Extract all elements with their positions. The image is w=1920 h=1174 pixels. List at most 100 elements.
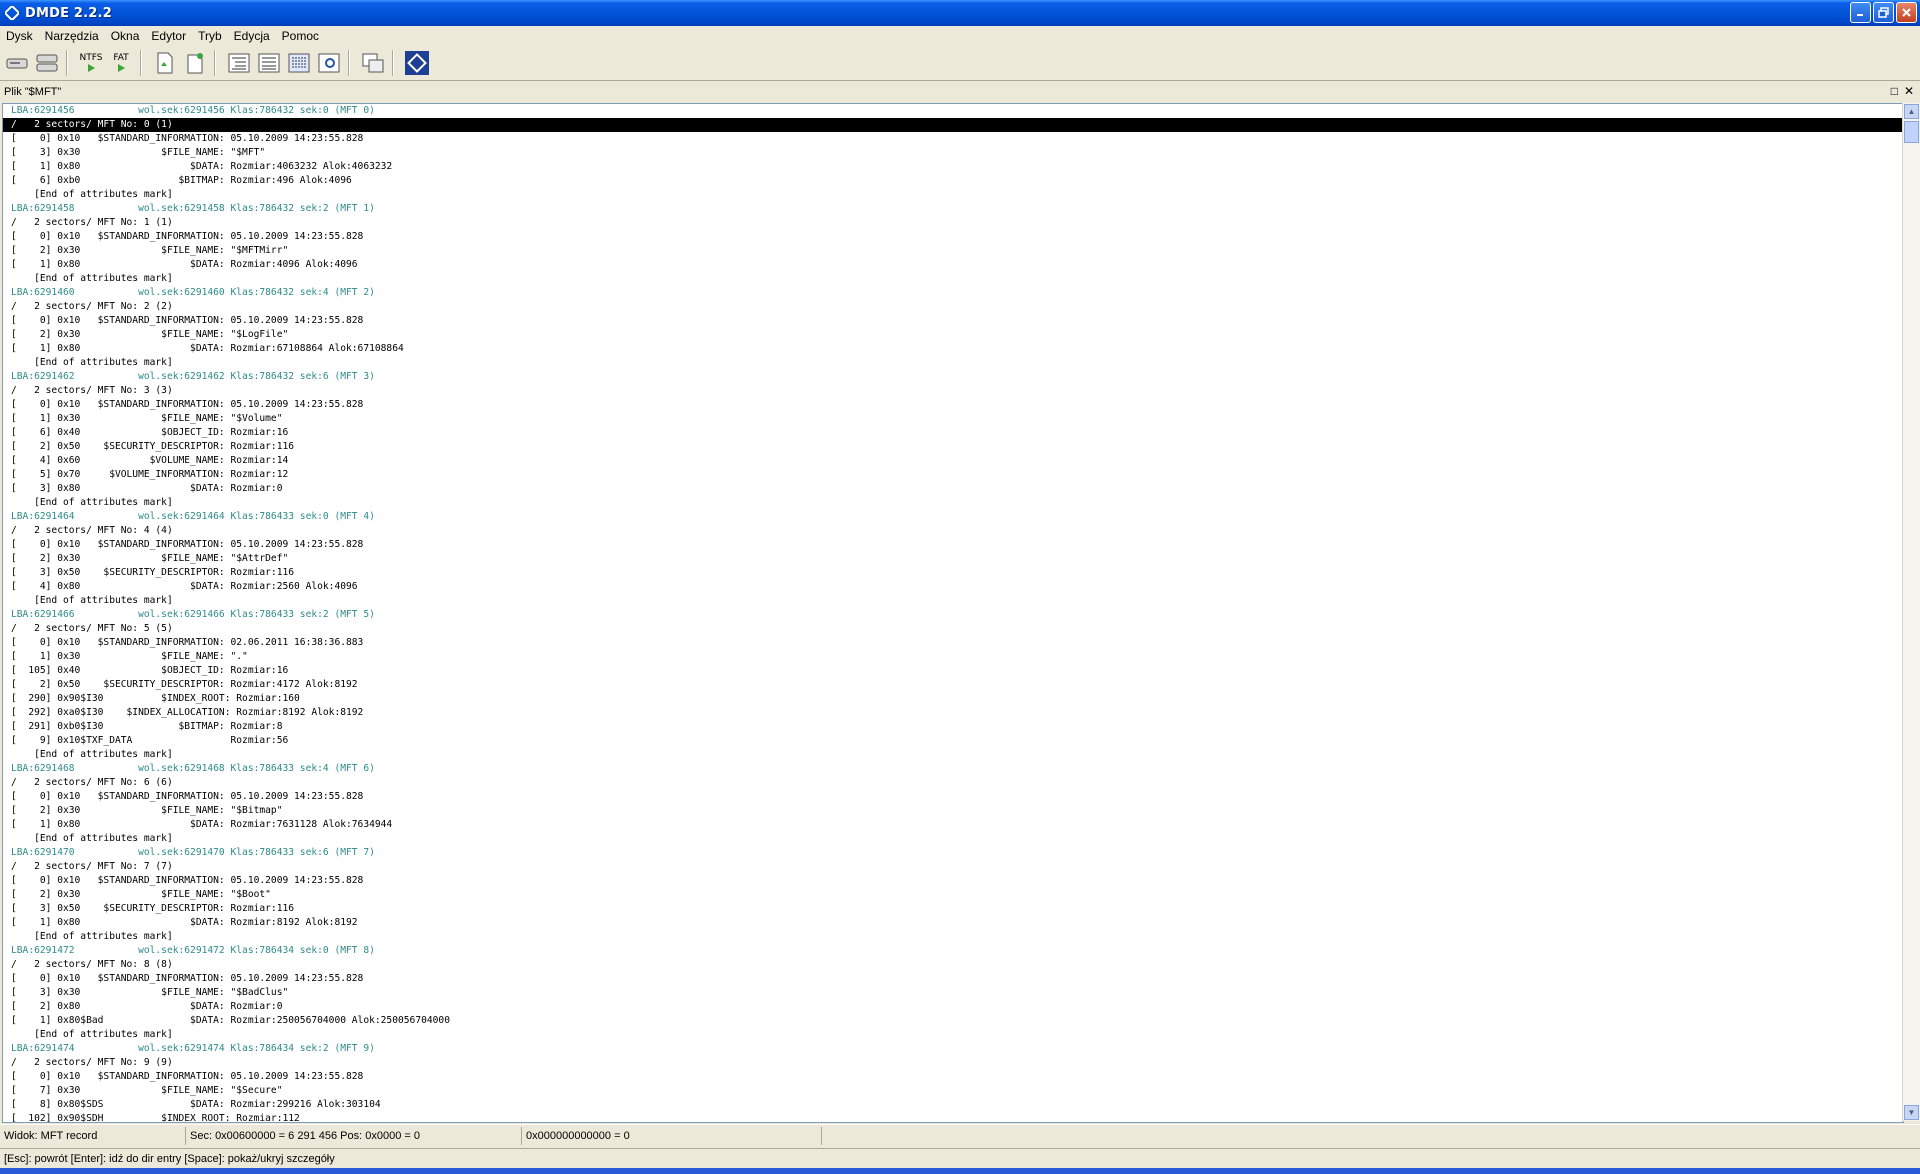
record-line[interactable]: [End of attributes mark] xyxy=(3,356,1903,370)
dmde-logo-button[interactable] xyxy=(404,49,430,77)
record-line[interactable]: [ 4] 0x60 $VOLUME_NAME: Rozmiar:14 xyxy=(3,454,1903,468)
fat-search-button[interactable]: FAT xyxy=(108,49,134,77)
record-line[interactable]: [ 0] 0x10 $STANDARD_INFORMATION: 05.10.2… xyxy=(3,790,1903,804)
record-line[interactable]: [ 1] 0x80$Bad $DATA: Rozmiar:25005670400… xyxy=(3,1014,1903,1028)
open-file-button[interactable] xyxy=(152,49,178,77)
record-line[interactable]: [ 2] 0x30 $FILE_NAME: "$AttrDef" xyxy=(3,552,1903,566)
view-details-button[interactable] xyxy=(286,49,312,77)
record-line[interactable]: [End of attributes mark] xyxy=(3,1028,1903,1042)
record-line[interactable]: / 2 sectors/ MFT No: 4 (4) xyxy=(3,524,1903,538)
record-line[interactable]: [ 2] 0x30 $FILE_NAME: "$MFTMirr" xyxy=(3,244,1903,258)
scroll-up-icon[interactable]: ▲ xyxy=(1904,104,1919,119)
view-list-button[interactable] xyxy=(256,49,282,77)
record-line[interactable]: [ 0] 0x10 $STANDARD_INFORMATION: 05.10.2… xyxy=(3,1070,1903,1084)
lba-header-line[interactable]: LBA:6291472 wol.sek:6291472 Klas:786434 … xyxy=(3,944,1903,958)
record-line[interactable]: [ 1] 0x80 $DATA: Rozmiar:7631128 Alok:76… xyxy=(3,818,1903,832)
panel-close-icon[interactable]: ✕ xyxy=(1904,84,1914,98)
record-line[interactable]: [ 105] 0x40 $OBJECT_ID: Rozmiar:16 xyxy=(3,664,1903,678)
record-line[interactable]: [ 0] 0x10 $STANDARD_INFORMATION: 05.10.2… xyxy=(3,132,1903,146)
record-line[interactable]: / 2 sectors/ MFT No: 7 (7) xyxy=(3,860,1903,874)
record-line[interactable]: [ 6] 0xb0 $BITMAP: Rozmiar:496 Alok:4096 xyxy=(3,174,1903,188)
record-line[interactable]: [ 0] 0x10 $STANDARD_INFORMATION: 05.10.2… xyxy=(3,874,1903,888)
record-line[interactable]: [ 2] 0x30 $FILE_NAME: "$LogFile" xyxy=(3,328,1903,342)
record-line[interactable]: [ 6] 0x40 $OBJECT_ID: Rozmiar:16 xyxy=(3,426,1903,440)
menu-tryb[interactable]: Tryb xyxy=(192,29,228,43)
scroll-down-icon[interactable]: ▼ xyxy=(1904,1105,1919,1120)
record-line[interactable]: [ 3] 0x50 $SECURITY_DESCRIPTOR: Rozmiar:… xyxy=(3,902,1903,916)
record-line[interactable]: [End of attributes mark] xyxy=(3,188,1903,202)
record-line[interactable]: [ 292] 0xa0$I30 $INDEX_ALLOCATION: Rozmi… xyxy=(3,706,1903,720)
record-line[interactable]: [ 290] 0x90$I30 $INDEX_ROOT: Rozmiar:160 xyxy=(3,692,1903,706)
mft-record-view[interactable]: LBA:6291456 wol.sek:6291456 Klas:786432 … xyxy=(2,103,1904,1123)
selected-record-line[interactable]: / 2 sectors/ MFT No: 0 (1) xyxy=(3,118,1903,132)
minimize-button[interactable] xyxy=(1850,2,1871,23)
select-partition-button[interactable] xyxy=(34,49,60,77)
lba-header-line[interactable]: LBA:6291468 wol.sek:6291468 Klas:786433 … xyxy=(3,762,1903,776)
record-line[interactable]: [ 1] 0x80 $DATA: Rozmiar:4063232 Alok:40… xyxy=(3,160,1903,174)
close-button[interactable] xyxy=(1896,2,1917,23)
record-line[interactable]: [ 2] 0x80 $DATA: Rozmiar:0 xyxy=(3,1000,1903,1014)
lba-header-line[interactable]: LBA:6291462 wol.sek:6291462 Klas:786432 … xyxy=(3,370,1903,384)
maximize-button[interactable] xyxy=(1873,2,1894,23)
record-line[interactable]: [ 0] 0x10 $STANDARD_INFORMATION: 02.06.2… xyxy=(3,636,1903,650)
record-line[interactable]: [ 1] 0x80 $DATA: Rozmiar:67108864 Alok:6… xyxy=(3,342,1903,356)
copy-sectors-button[interactable] xyxy=(360,49,386,77)
view-tree-button[interactable] xyxy=(226,49,252,77)
scroll-thumb[interactable] xyxy=(1904,121,1919,143)
record-line[interactable]: / 2 sectors/ MFT No: 9 (9) xyxy=(3,1056,1903,1070)
menu-edytor[interactable]: Edytor xyxy=(145,29,192,43)
menu-pomoc[interactable]: Pomoc xyxy=(276,29,325,43)
record-line[interactable]: [ 2] 0x50 $SECURITY_DESCRIPTOR: Rozmiar:… xyxy=(3,440,1903,454)
vertical-scrollbar[interactable]: ▲ ▼ xyxy=(1902,103,1920,1121)
record-line[interactable]: [ 8] 0x80$SDS $DATA: Rozmiar:299216 Alok… xyxy=(3,1098,1903,1112)
record-line[interactable]: [End of attributes mark] xyxy=(3,748,1903,762)
record-line[interactable]: [ 1] 0x80 $DATA: Rozmiar:8192 Alok:8192 xyxy=(3,916,1903,930)
record-line[interactable]: [ 3] 0x30 $FILE_NAME: "$BadClus" xyxy=(3,986,1903,1000)
record-line[interactable]: / 2 sectors/ MFT No: 2 (2) xyxy=(3,300,1903,314)
record-line[interactable]: / 2 sectors/ MFT No: 6 (6) xyxy=(3,776,1903,790)
lba-header-line[interactable]: LBA:6291460 wol.sek:6291460 Klas:786432 … xyxy=(3,286,1903,300)
record-line[interactable]: [End of attributes mark] xyxy=(3,930,1903,944)
lba-header-line[interactable]: LBA:6291466 wol.sek:6291466 Klas:786433 … xyxy=(3,608,1903,622)
record-line[interactable]: [ 0] 0x10 $STANDARD_INFORMATION: 05.10.2… xyxy=(3,398,1903,412)
lba-header-line[interactable]: LBA:6291474 wol.sek:6291474 Klas:786434 … xyxy=(3,1042,1903,1056)
record-line[interactable]: [ 0] 0x10 $STANDARD_INFORMATION: 05.10.2… xyxy=(3,314,1903,328)
record-line[interactable]: [ 3] 0x30 $FILE_NAME: "$MFT" xyxy=(3,146,1903,160)
record-line[interactable]: [ 9] 0x10$TXF_DATA Rozmiar:56 xyxy=(3,734,1903,748)
record-line[interactable]: [ 2] 0x30 $FILE_NAME: "$Bitmap" xyxy=(3,804,1903,818)
record-line[interactable]: [ 2] 0x50 $SECURITY_DESCRIPTOR: Rozmiar:… xyxy=(3,678,1903,692)
record-line[interactable]: [ 0] 0x10 $STANDARD_INFORMATION: 05.10.2… xyxy=(3,230,1903,244)
record-line[interactable]: [ 1] 0x30 $FILE_NAME: "$Volume" xyxy=(3,412,1903,426)
panel-maximize-icon[interactable]: □ xyxy=(1891,84,1898,98)
record-line[interactable]: / 2 sectors/ MFT No: 3 (3) xyxy=(3,384,1903,398)
record-line[interactable]: [End of attributes mark] xyxy=(3,272,1903,286)
select-drive-button[interactable] xyxy=(4,49,30,77)
record-line[interactable]: [ 102] 0x90$SDH $INDEX_ROOT: Rozmiar:112 xyxy=(3,1112,1903,1122)
new-file-button[interactable] xyxy=(182,49,208,77)
record-line[interactable]: [ 0] 0x10 $STANDARD_INFORMATION: 05.10.2… xyxy=(3,538,1903,552)
record-line[interactable]: / 2 sectors/ MFT No: 8 (8) xyxy=(3,958,1903,972)
record-line[interactable]: [End of attributes mark] xyxy=(3,832,1903,846)
record-line[interactable]: / 2 sectors/ MFT No: 5 (5) xyxy=(3,622,1903,636)
record-line[interactable]: [End of attributes mark] xyxy=(3,594,1903,608)
record-line[interactable]: [ 3] 0x50 $SECURITY_DESCRIPTOR: Rozmiar:… xyxy=(3,566,1903,580)
menu-narzedzia[interactable]: Narzędzia xyxy=(39,29,105,43)
view-find-button[interactable] xyxy=(316,49,342,77)
menu-okna[interactable]: Okna xyxy=(105,29,146,43)
record-line[interactable]: [ 0] 0x10 $STANDARD_INFORMATION: 05.10.2… xyxy=(3,972,1903,986)
record-line[interactable]: [ 5] 0x70 $VOLUME_INFORMATION: Rozmiar:1… xyxy=(3,468,1903,482)
record-line[interactable]: [ 4] 0x80 $DATA: Rozmiar:2560 Alok:4096 xyxy=(3,580,1903,594)
ntfs-search-button[interactable]: NTFS xyxy=(78,49,104,77)
record-line[interactable]: [ 3] 0x80 $DATA: Rozmiar:0 xyxy=(3,482,1903,496)
record-line[interactable]: [ 7] 0x30 $FILE_NAME: "$Secure" xyxy=(3,1084,1903,1098)
lba-header-line[interactable]: LBA:6291456 wol.sek:6291456 Klas:786432 … xyxy=(3,104,1903,118)
record-line[interactable]: [ 1] 0x30 $FILE_NAME: "." xyxy=(3,650,1903,664)
lba-header-line[interactable]: LBA:6291470 wol.sek:6291470 Klas:786433 … xyxy=(3,846,1903,860)
record-line[interactable]: [ 2] 0x30 $FILE_NAME: "$Boot" xyxy=(3,888,1903,902)
menu-edycja[interactable]: Edycja xyxy=(228,29,276,43)
record-line[interactable]: [ 291] 0xb0$I30 $BITMAP: Rozmiar:8 xyxy=(3,720,1903,734)
record-line[interactable]: [ 1] 0x80 $DATA: Rozmiar:4096 Alok:4096 xyxy=(3,258,1903,272)
record-line[interactable]: / 2 sectors/ MFT No: 1 (1) xyxy=(3,216,1903,230)
menu-dysk[interactable]: Dysk xyxy=(0,29,39,43)
lba-header-line[interactable]: LBA:6291464 wol.sek:6291464 Klas:786433 … xyxy=(3,510,1903,524)
